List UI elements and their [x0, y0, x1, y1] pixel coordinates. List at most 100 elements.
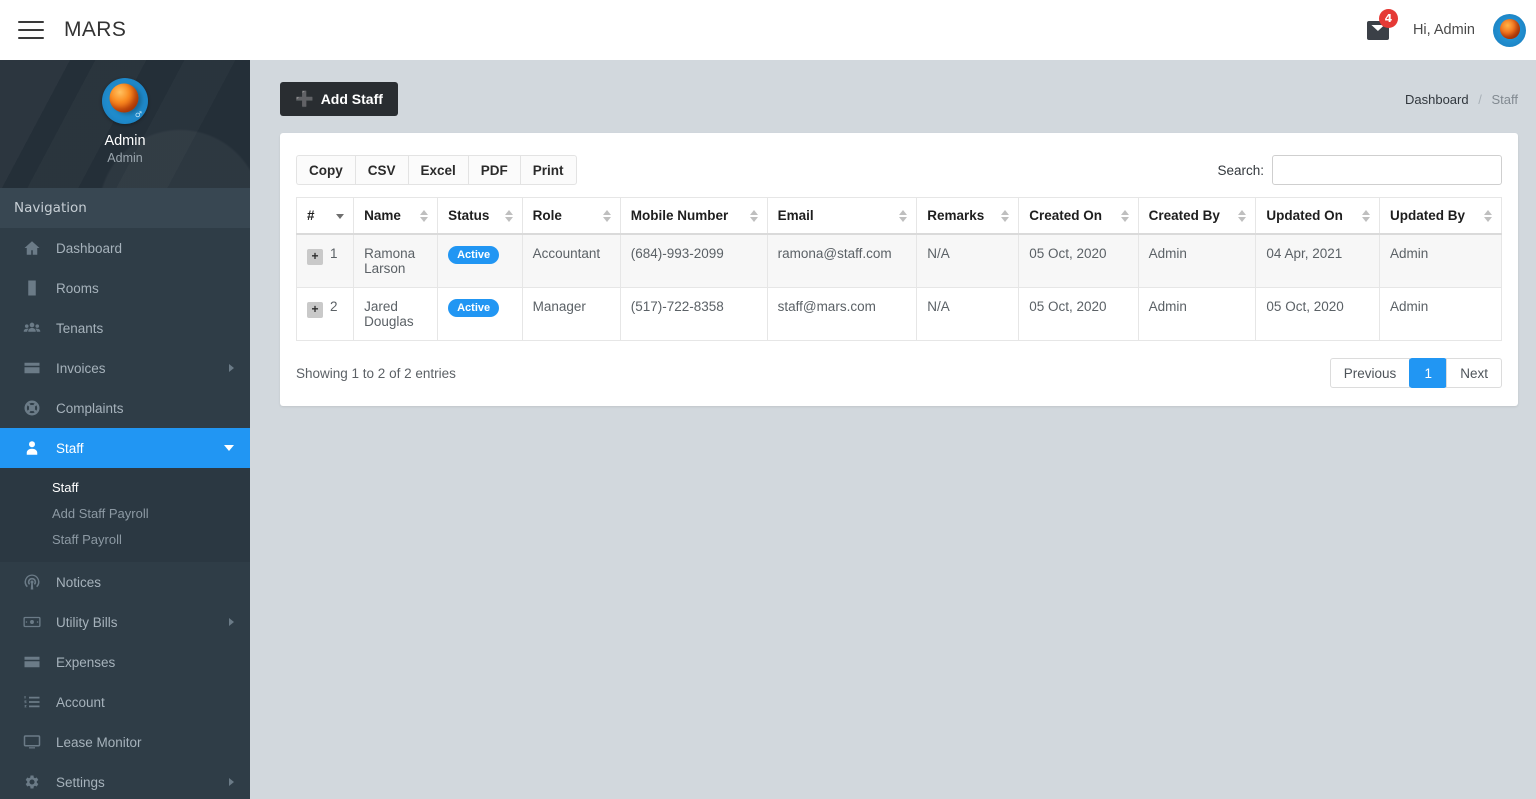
column-header-number[interactable]: #: [295, 197, 355, 235]
cell-created-on: 05 Oct, 2020: [1018, 287, 1139, 341]
expand-row-button[interactable]: +: [307, 302, 323, 318]
cell-role: Manager: [521, 287, 621, 341]
cell-status: Active: [437, 287, 523, 341]
sidebar-item-tenants[interactable]: Tenants: [0, 308, 250, 348]
table-row[interactable]: +2 Jared Douglas Active Manager (517)-72…: [295, 287, 1503, 341]
cell-remarks: N/A: [916, 287, 1020, 341]
navigation-section-title: Navigation: [0, 188, 250, 228]
notifications-button[interactable]: 4: [1361, 9, 1398, 47]
sort-icon: [1361, 209, 1371, 223]
staff-submenu: Staff Add Staff Payroll Staff Payroll: [0, 468, 250, 562]
ordered-list-icon: [22, 692, 42, 712]
column-label: Mobile Number: [630, 208, 729, 223]
sidebar-item-lease-monitor[interactable]: Lease Monitor: [0, 722, 250, 762]
sidebar-item-label: Staff: [56, 440, 84, 456]
pdf-button[interactable]: PDF: [467, 155, 520, 185]
sidebar-item-expenses[interactable]: Expenses: [0, 642, 250, 682]
sidebar-item-label: Tenants: [56, 320, 104, 336]
sidebar-item-label: Complaints: [56, 400, 124, 416]
credit-card-icon: [22, 652, 42, 672]
column-header-updated-on[interactable]: Updated On: [1255, 197, 1380, 235]
cell-mobile: (517)-722-8358: [619, 287, 768, 341]
users-icon: [22, 318, 42, 338]
sort-icon: [899, 209, 908, 223]
cell-email: ramona@staff.com: [766, 233, 918, 288]
sidebar-item-label: Account: [56, 694, 105, 710]
mars-planet-icon: [109, 83, 139, 113]
submenu-item-staff-payroll[interactable]: Staff Payroll: [0, 526, 250, 552]
home-icon: [22, 238, 42, 258]
column-header-created-on[interactable]: Created On: [1018, 197, 1139, 235]
chevron-right-icon: [229, 618, 234, 626]
sidebar-item-staff[interactable]: Staff: [0, 428, 250, 468]
cell-created-by: Admin: [1137, 287, 1257, 341]
column-header-name[interactable]: Name: [353, 197, 439, 235]
user-avatar[interactable]: [1493, 13, 1526, 47]
hamburger-menu-icon[interactable]: [18, 21, 44, 39]
sidebar-item-label: Expenses: [56, 654, 116, 670]
sidebar-profile-role: Admin: [107, 151, 143, 165]
sidebar-item-invoices[interactable]: Invoices: [0, 348, 250, 388]
cell-remarks: N/A: [916, 233, 1020, 288]
csv-button[interactable]: CSV: [354, 155, 408, 185]
table-footer: Showing 1 to 2 of 2 entries Previous 1 N…: [296, 358, 1502, 388]
export-buttons-group: Copy CSV Excel PDF Print: [296, 155, 577, 185]
sidebar-item-utility-bills[interactable]: Utility Bills: [0, 602, 250, 642]
cell-name: Jared Douglas: [353, 287, 439, 341]
search-label: Search:: [1217, 162, 1264, 178]
column-label: #: [307, 208, 315, 223]
table-row[interactable]: +1 Ramona Larson Active Accountant (684)…: [295, 233, 1503, 288]
monitor-icon: [22, 732, 42, 752]
sidebar-item-complaints[interactable]: Complaints: [0, 388, 250, 428]
cell-created-on: 05 Oct, 2020: [1018, 233, 1139, 288]
expand-row-button[interactable]: +: [307, 249, 323, 265]
sidebar-item-rooms[interactable]: Rooms: [0, 268, 250, 308]
excel-button[interactable]: Excel: [407, 155, 468, 185]
sidebar-profile-name: Admin: [104, 133, 146, 149]
copy-button[interactable]: Copy: [296, 155, 355, 185]
sidebar-item-label: Lease Monitor: [56, 734, 142, 750]
sidebar-item-notices[interactable]: Notices: [0, 562, 250, 602]
column-header-remarks[interactable]: Remarks: [916, 197, 1020, 235]
sidebar-item-label: Settings: [56, 774, 105, 790]
chevron-down-icon: [224, 445, 234, 451]
column-header-mobile-number[interactable]: Mobile Number: [619, 197, 768, 235]
hamburger-line: [18, 29, 44, 31]
pagination: Previous 1 Next: [1329, 358, 1502, 388]
credit-card-icon: [22, 358, 42, 378]
column-label: Created On: [1029, 208, 1102, 223]
submenu-item-staff[interactable]: Staff: [0, 474, 250, 500]
pagination-previous[interactable]: Previous: [1329, 358, 1411, 388]
table-toolbar: Copy CSV Excel PDF Print Search:: [296, 149, 1502, 191]
staff-table-panel: Copy CSV Excel PDF Print Search: # Name …: [280, 133, 1518, 406]
top-header-bar: MARS 4 Hi, Admin: [0, 0, 1536, 60]
breadcrumb-dashboard-link[interactable]: Dashboard: [1405, 92, 1469, 107]
search-input[interactable]: [1272, 155, 1502, 185]
column-header-role[interactable]: Role: [521, 197, 621, 235]
submenu-item-add-staff-payroll[interactable]: Add Staff Payroll: [0, 500, 250, 526]
row-number: 2: [330, 299, 338, 314]
column-header-status[interactable]: Status: [437, 197, 523, 235]
column-header-updated-by[interactable]: Updated By: [1378, 197, 1503, 235]
sidebar-item-label: Dashboard: [56, 240, 123, 256]
entries-info: Showing 1 to 2 of 2 entries: [296, 365, 456, 381]
breadcrumb: Dashboard / Staff: [1405, 82, 1518, 107]
breadcrumb-current: Staff: [1491, 92, 1518, 107]
hamburger-line: [18, 21, 44, 23]
sort-icon: [504, 209, 514, 223]
column-header-created-by[interactable]: Created By: [1137, 197, 1257, 235]
print-button[interactable]: Print: [519, 155, 577, 185]
sidebar-item-dashboard[interactable]: Dashboard: [0, 228, 250, 268]
cell-number: +1: [295, 233, 355, 288]
sidebar-item-account[interactable]: Account: [0, 682, 250, 722]
sidebar-avatar[interactable]: ♂: [102, 78, 148, 124]
table-head: # Name Status Role Mobile Number Email R…: [295, 197, 1503, 235]
pagination-next[interactable]: Next: [1446, 358, 1502, 388]
broadcast-icon: [22, 572, 42, 592]
notification-count-badge: 4: [1378, 9, 1398, 28]
pagination-page-1[interactable]: 1: [1409, 358, 1448, 388]
column-header-email[interactable]: Email: [766, 197, 918, 235]
add-staff-button[interactable]: ➕ Add Staff: [280, 82, 398, 116]
sidebar-profile: ♂ Admin Admin: [0, 60, 250, 188]
sidebar-item-settings[interactable]: Settings: [0, 762, 250, 799]
